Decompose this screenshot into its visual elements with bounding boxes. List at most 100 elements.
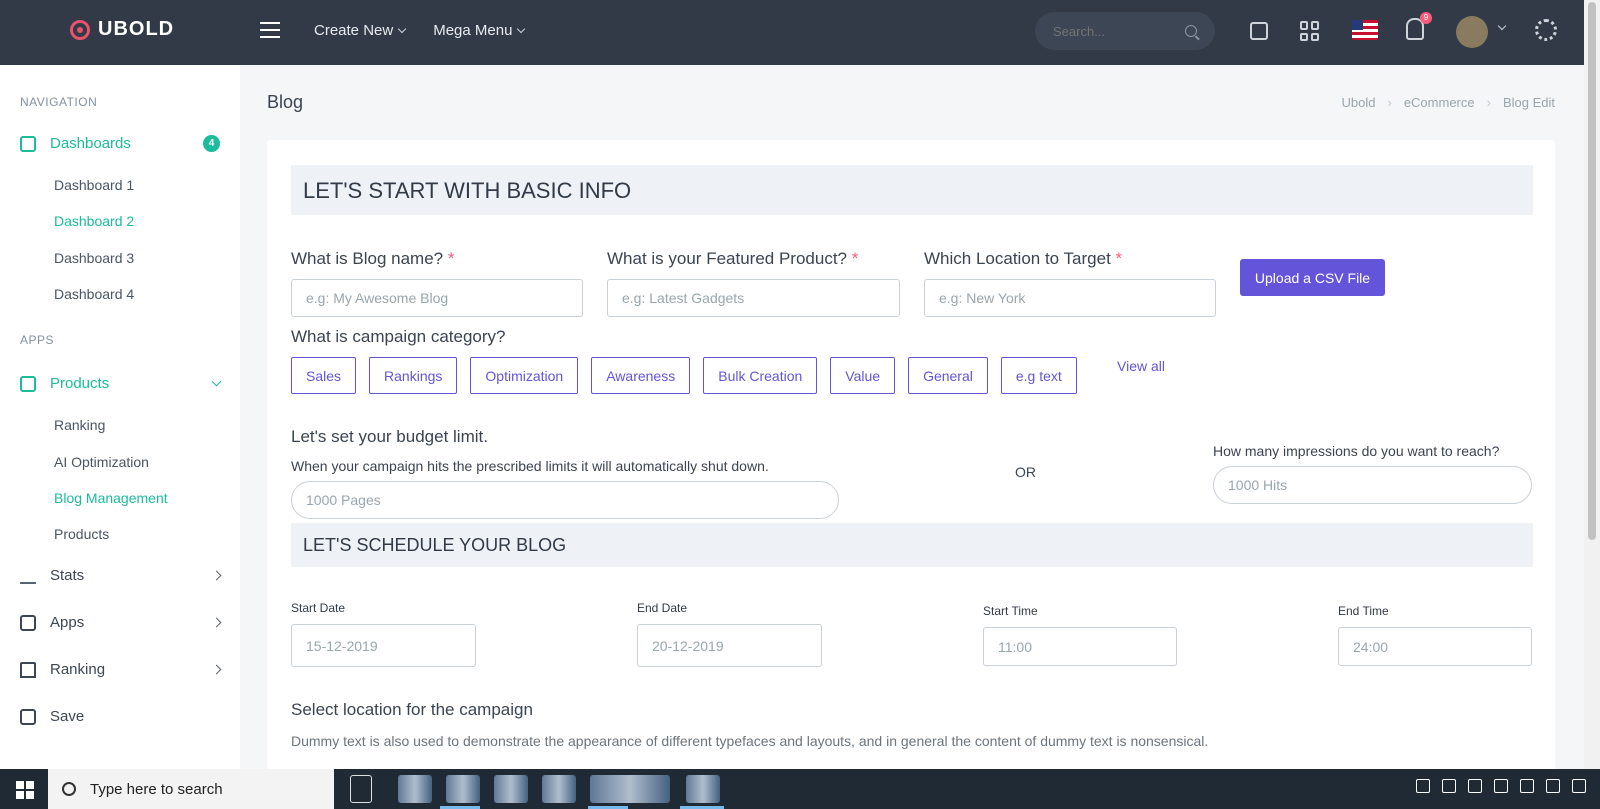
sidebar-item-label: Dashboards	[50, 135, 131, 152]
search-input[interactable]	[1053, 23, 1173, 39]
pages-limit-input[interactable]: 1000 Pages	[291, 481, 839, 519]
category-button[interactable]: Bulk Creation	[703, 357, 818, 394]
view-all-link[interactable]: View all	[1117, 358, 1165, 374]
required-mark: *	[447, 249, 455, 268]
sidebar-sub-blog-management[interactable]: Blog Management	[54, 490, 168, 506]
sidebar-item-label: Products	[50, 375, 110, 392]
taskbar-search-text: Type here to search	[90, 780, 223, 798]
apps-grid-icon[interactable]	[1300, 21, 1320, 41]
section-header-basic-info: LET'S START WITH BASIC INFO	[291, 165, 1533, 215]
logo[interactable]: UBOLD	[70, 18, 174, 41]
chevron-right-icon	[211, 664, 222, 675]
hits-limit-input[interactable]: 1000 Hits	[1213, 466, 1532, 504]
sidebar-item-products[interactable]: Products	[20, 375, 222, 392]
taskbar-app-icon[interactable]	[590, 775, 670, 803]
start-date-input[interactable]: 15-12-2019	[291, 624, 476, 667]
sidebar-section-navigation: NAVIGATION	[20, 95, 98, 109]
impressions-question: How many impressions do you want to reac…	[1213, 443, 1500, 459]
activity-icon	[20, 568, 36, 584]
category-button[interactable]: Sales	[291, 357, 357, 394]
category-list: Sales Rankings Optimization Awareness Bu…	[291, 357, 1077, 394]
network-icon[interactable]	[1468, 779, 1482, 793]
sidebar-item-ranking[interactable]: Ranking	[20, 661, 222, 678]
budget-title: Let's set your budget limit.	[291, 427, 488, 446]
page-scrollbar[interactable]	[1584, 0, 1600, 769]
sidebar-item-label: Stats	[50, 567, 85, 584]
featured-product-input[interactable]: e.g: Latest Gadgets	[607, 279, 900, 317]
language-flag-icon[interactable]	[1352, 20, 1378, 40]
search-icon[interactable]	[1185, 25, 1197, 37]
taskbar-app-icon[interactable]	[686, 775, 720, 803]
windows-start-icon[interactable]	[16, 781, 34, 799]
clock-icon[interactable]	[1546, 779, 1560, 793]
page-title: Blog	[267, 92, 304, 112]
fullscreen-icon[interactable]	[1250, 22, 1268, 40]
search-box[interactable]	[1035, 12, 1215, 50]
create-new-label: Create New	[314, 22, 394, 39]
breadcrumb-item[interactable]: eCommerce	[1404, 95, 1475, 110]
taskbar-app-icon[interactable]	[398, 775, 432, 803]
section-title: LET'S START WITH BASIC INFO	[303, 178, 632, 203]
sidebar-section-apps: APPS	[20, 333, 55, 347]
chevron-down-icon[interactable]	[1497, 21, 1507, 31]
category-button[interactable]: Optimization	[470, 357, 579, 394]
sidebar-sub-ai-optimization[interactable]: AI Optimization	[54, 454, 149, 470]
chevron-down-icon	[517, 24, 526, 34]
monitor-icon	[20, 135, 36, 152]
sidebar-item-dashboards[interactable]: Dashboards 4	[20, 135, 220, 152]
blog-name-input[interactable]: e.g: My Awesome Blog	[291, 279, 583, 317]
start-time-input[interactable]: 11:00	[983, 627, 1177, 666]
end-time-label: End Time	[1338, 604, 1389, 618]
category-button[interactable]: e.g text	[1000, 357, 1077, 394]
category-button[interactable]: Rankings	[369, 357, 458, 394]
cpu-icon	[20, 614, 36, 631]
chevron-up-icon[interactable]	[1442, 779, 1456, 793]
end-time-input[interactable]: 24:00	[1338, 627, 1532, 666]
taskbar-app-icon[interactable]	[446, 775, 480, 803]
taskbar-app-icon[interactable]	[542, 775, 576, 803]
bookmark-icon	[20, 661, 36, 678]
breadcrumb-separator: ›	[1486, 95, 1491, 110]
settings-gear-icon[interactable]	[1535, 19, 1557, 41]
sidebar-item-apps[interactable]: Apps	[20, 614, 222, 631]
create-new-menu[interactable]: Create New	[314, 22, 407, 39]
location-input[interactable]: e.g: New York	[924, 279, 1216, 317]
end-date-input[interactable]: 20-12-2019	[637, 624, 822, 667]
volume-icon[interactable]	[1520, 779, 1534, 793]
task-view-icon[interactable]	[350, 775, 372, 803]
sidebar-sub-dashboard-4[interactable]: Dashboard 4	[54, 286, 134, 302]
breadcrumb-item[interactable]: Ubold	[1342, 95, 1376, 110]
mega-menu[interactable]: Mega Menu	[433, 22, 526, 39]
location-question: Which Location to Target	[924, 249, 1111, 268]
location-label: Which Location to Target *	[924, 249, 1122, 269]
user-avatar[interactable]	[1456, 16, 1488, 48]
windows-taskbar: Type here to search	[0, 769, 1600, 809]
sidebar-sub-dashboard-2[interactable]: Dashboard 2	[54, 213, 134, 229]
upload-csv-button[interactable]: Upload a CSV File	[1240, 259, 1385, 296]
sidebar-sub-ranking[interactable]: Ranking	[54, 417, 105, 433]
scrollbar-thumb[interactable]	[1588, 2, 1596, 540]
sidebar-sub-dashboard-3[interactable]: Dashboard 3	[54, 250, 134, 266]
sidebar-sub-products[interactable]: Products	[54, 526, 109, 542]
sidebar-item-label: Save	[50, 708, 85, 725]
notifications-icon[interactable]	[1572, 779, 1586, 793]
sidebar-item-save[interactable]: Save	[20, 708, 220, 725]
wifi-icon[interactable]	[1494, 779, 1508, 793]
taskbar-app-icon[interactable]	[494, 775, 528, 803]
category-button[interactable]: General	[908, 357, 988, 394]
chevron-down-icon	[211, 376, 222, 387]
menu-toggle-icon[interactable]	[260, 22, 280, 38]
sidebar-sub-dashboard-1[interactable]: Dashboard 1	[54, 177, 134, 193]
sidebar-item-label: Apps	[50, 614, 85, 631]
category-button[interactable]: Value	[830, 357, 896, 394]
section-header-schedule: LET'S SCHEDULE YOUR BLOG	[291, 523, 1533, 567]
count-badge: 4	[203, 135, 220, 152]
logo-text: UBOLD	[98, 18, 175, 40]
featured-product-question: What is your Featured Product?	[607, 249, 848, 268]
mega-menu-label: Mega Menu	[433, 22, 513, 39]
weather-icon[interactable]	[1416, 779, 1430, 793]
breadcrumb-separator: ›	[1387, 95, 1392, 110]
sidebar-item-stats[interactable]: Stats	[20, 567, 222, 584]
taskbar-search[interactable]: Type here to search	[48, 769, 334, 809]
category-button[interactable]: Awareness	[591, 357, 691, 394]
